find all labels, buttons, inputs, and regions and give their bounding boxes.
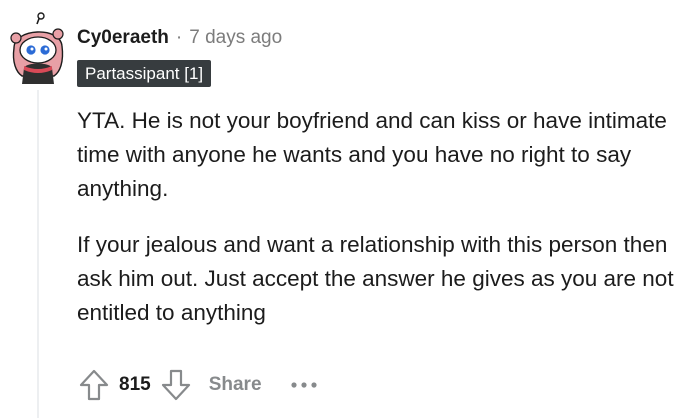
downvote-button[interactable] [157,366,195,404]
comment-timestamp[interactable]: 7 days ago [189,27,282,49]
comment-actions: 815 Share [75,366,322,404]
user-flair: Partassipant [1] [77,60,212,87]
comment-paragraph: YTA. He is not your boyfriend and can ki… [77,108,667,201]
comment-paragraph: If your jealous and want a relationship … [77,232,674,325]
comment-body: YTA. He is not your boyfriend and can ki… [77,104,687,352]
more-options-icon [290,382,317,388]
meta-separator: · [175,27,183,48]
vote-score: 815 [119,374,151,395]
upvote-button[interactable] [75,366,113,404]
author-username[interactable]: Cy0eraeth [77,27,169,49]
thread-line[interactable] [37,90,39,418]
comment: Cy0eraeth · 7 days ago Partassipant [1] … [0,0,700,418]
snoo-avatar-icon[interactable] [4,12,72,84]
comment-header: Cy0eraeth · 7 days ago [77,24,282,52]
downvote-arrow-icon [161,369,190,401]
share-button[interactable]: Share [209,374,262,396]
more-options-button[interactable] [286,370,322,400]
upvote-arrow-icon [79,369,109,401]
